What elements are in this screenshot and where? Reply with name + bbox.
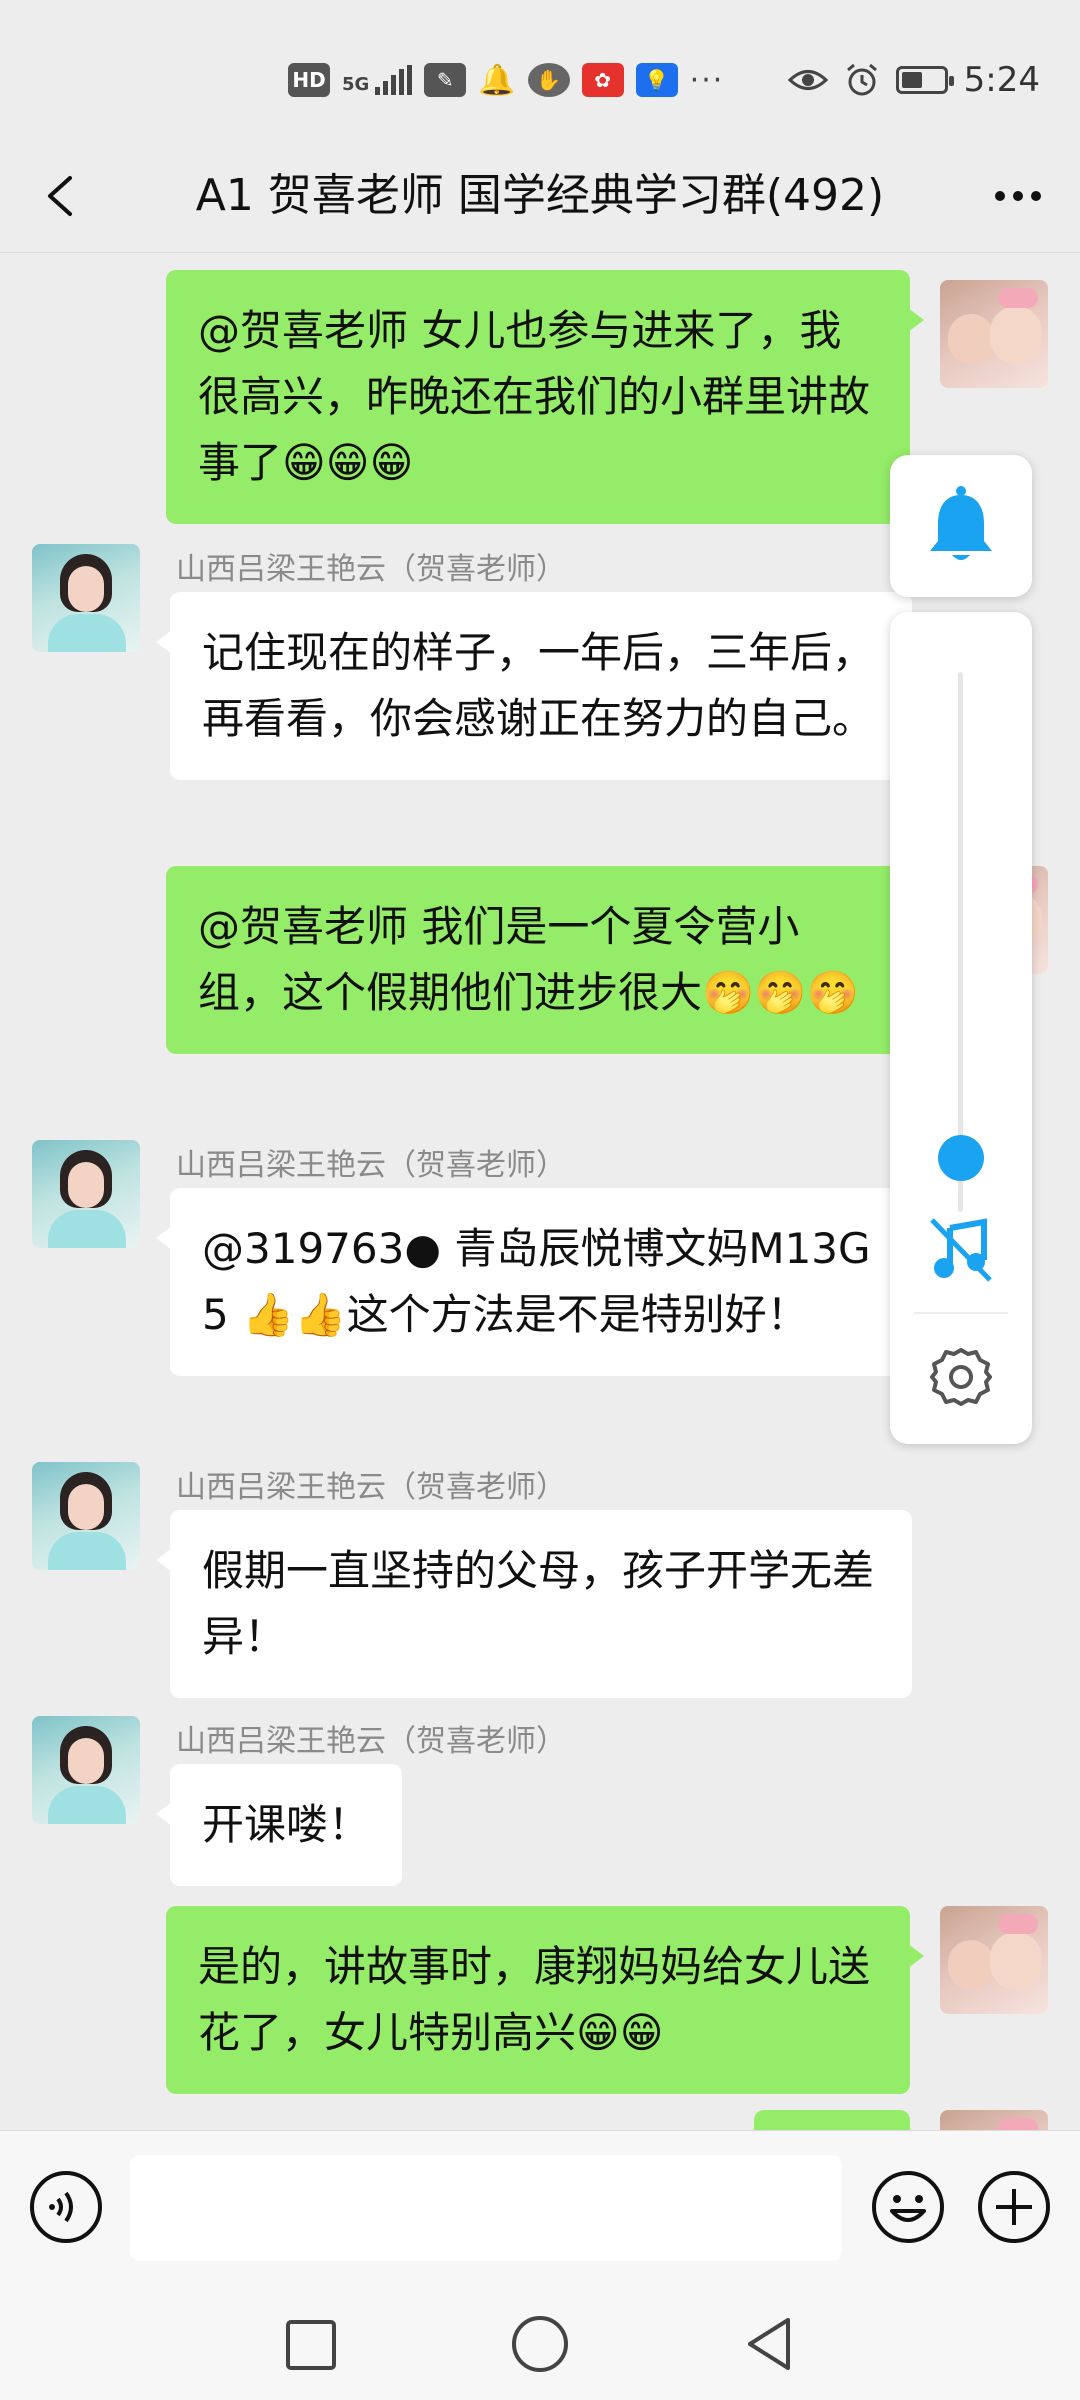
system-back-button[interactable] <box>738 2312 802 2376</box>
teacher-avatar[interactable] <box>32 1140 140 1248</box>
status-icons-left: HD 5G ✎ 🔔 ✋ ✿ 💡 ··· <box>288 58 724 102</box>
shopping-app-icon: ✿ <box>581 63 624 97</box>
message-bubble[interactable]: 是的，讲故事时，康翔妈妈给女儿送花了，女儿特别高兴😁😁 <box>166 1906 924 2094</box>
music-off-icon <box>930 1218 992 1282</box>
chat-header: A1 贺喜老师 国学经典学习群(492) <box>0 140 1080 253</box>
status-icons-right: 5:24 <box>787 52 1040 108</box>
message-bubble[interactable]: @319763● 青岛辰悦博文妈M13G5 👍👍这个方法是不是特别好！ <box>156 1188 912 1376</box>
volume-slider-knob[interactable] <box>938 1135 984 1181</box>
teacher-avatar[interactable] <box>32 1716 140 1824</box>
message-bubble[interactable]: @贺喜老师 我们是一个夏令营小组，这个假期他们进步很大🤭🤭🤭 <box>166 866 924 1054</box>
gear-icon <box>930 1348 992 1406</box>
sender-name: 山西吕梁王艳云（贺喜老师） <box>176 1148 566 1183</box>
status-bar: HD 5G ✎ 🔔 ✋ ✿ 💡 ··· 5:24 <box>0 0 1080 140</box>
panel-divider <box>914 1312 1008 1314</box>
message-bubble[interactable]: 开课喽！ <box>155 1764 403 1886</box>
home-button[interactable] <box>510 2314 570 2374</box>
message-item: 山西吕梁王艳云（贺喜老师） 开课喽！ <box>0 1716 1080 1886</box>
emoji-button[interactable] <box>870 2169 946 2245</box>
settings-button[interactable] <box>926 1342 996 1412</box>
square-icon <box>286 2320 336 2370</box>
message-item: 是的，讲故事时，康翔妈妈给女儿送花了，女儿特别高兴😁😁 <box>0 1906 1080 2094</box>
clock: 5:24 <box>963 60 1040 100</box>
battery-icon <box>895 66 954 94</box>
sender-name: 山西吕梁王艳云（贺喜老师） <box>176 552 566 587</box>
message-input[interactable] <box>130 2155 842 2261</box>
more-icon <box>995 191 1041 201</box>
app-notification-icon: ✎ <box>424 63 467 97</box>
emoji-icon <box>872 2171 944 2243</box>
signal-icon <box>375 65 413 95</box>
more-functions-button[interactable] <box>976 2169 1052 2245</box>
back-button[interactable] <box>30 164 94 228</box>
my-avatar[interactable] <box>940 2110 1048 2130</box>
notification-toggle[interactable] <box>890 455 1032 597</box>
recents-button[interactable] <box>284 2318 338 2372</box>
voice-input-button[interactable] <box>28 2169 104 2245</box>
more-options-button[interactable] <box>986 164 1050 228</box>
message-bubble[interactable]: 记住现在的样子，一年后，三年后，再看看，你会感谢正在努力的自己。 <box>156 592 912 780</box>
alarm-icon <box>846 63 877 96</box>
message-item: 山西吕梁王艳云（贺喜老师） 假期一直坚持的父母，孩子开学无差异！ <box>0 1462 1080 1698</box>
bulb-icon: 💡 <box>635 63 678 97</box>
teacher-avatar[interactable] <box>32 544 140 652</box>
5g-label: 5G <box>342 74 370 95</box>
teacher-avatar[interactable] <box>32 1462 140 1570</box>
triangle-back-icon <box>748 2318 790 2370</box>
my-avatar[interactable] <box>940 1906 1048 2014</box>
qq-icon: 🔔 <box>478 62 516 98</box>
bell-icon <box>930 486 992 560</box>
circle-icon <box>512 2316 568 2372</box>
message-bubble[interactable]: 假期一直坚持的父母，孩子开学无差异！ <box>156 1510 912 1698</box>
more-notifications-icon: ··· <box>689 62 725 98</box>
message-bubble[interactable]: @贺喜老师 女儿也参与进来了，我很高兴，昨晚还在我们的小群里讲故事了😁😁😁 <box>166 270 924 524</box>
chat-title: A1 贺喜老师 国学经典学习群(492) <box>195 170 885 221</box>
my-avatar[interactable] <box>940 280 1048 388</box>
sender-name: 山西吕梁王艳云（贺喜老师） <box>176 1470 566 1505</box>
hd-badge: HD <box>288 63 330 97</box>
chevron-left-icon <box>48 176 72 216</box>
volume-slider-track[interactable] <box>958 672 963 1212</box>
network-signal: 5G <box>342 65 413 95</box>
message-item <box>0 2110 1080 2130</box>
plus-icon <box>978 2171 1050 2243</box>
shield-icon: ✋ <box>527 63 570 97</box>
volume-panel <box>890 612 1032 1444</box>
input-bar <box>0 2130 1080 2281</box>
message-bubble-partial[interactable] <box>754 2110 910 2130</box>
voice-icon <box>30 2171 102 2243</box>
system-navigation-bar <box>0 2280 1080 2400</box>
eye-icon <box>787 70 828 90</box>
mute-music-button[interactable] <box>924 1212 998 1286</box>
sender-name: 山西吕梁王艳云（贺喜老师） <box>176 1724 566 1759</box>
